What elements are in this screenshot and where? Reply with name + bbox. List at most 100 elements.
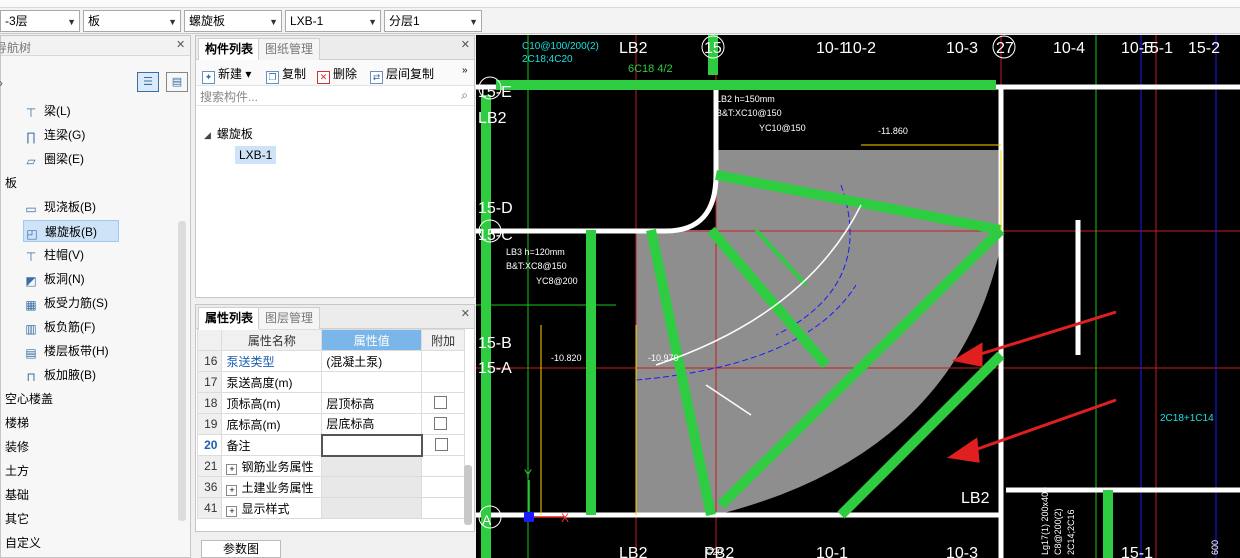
nav-item[interactable]: ∏ 连梁(G) (23, 124, 85, 146)
nav-item[interactable]: 空心楼盖 (5, 388, 53, 410)
property-name-text: 钢筋业务属性 (241, 459, 314, 474)
nav-item[interactable]: ▭ 现浇板(B) (23, 196, 96, 218)
nav-item-label: 板加腋(B) (44, 368, 96, 382)
axis-top-label: 10-3 (946, 40, 978, 57)
cad-canvas[interactable]: LB2 15 10-1 10-2 10-3 27 10-4 10-5 15-1 … (476, 35, 1240, 558)
parameter-diagram-tab[interactable]: 参数图 (201, 540, 281, 558)
property-value[interactable]: (混凝土泵) (321, 350, 423, 372)
property-value[interactable]: 层顶标高 (321, 392, 423, 414)
list-view-icon[interactable]: ☰ (137, 72, 159, 92)
component-search[interactable]: 搜索构件... ⌕ (196, 86, 474, 106)
append-checkbox[interactable] (434, 438, 448, 451)
expand-arrow-icon[interactable]: › (0, 76, 3, 90)
type-select[interactable]: 螺旋板 ▼ (184, 10, 282, 32)
nav-item[interactable]: 土方 (5, 460, 29, 482)
close-icon[interactable]: ✕ (461, 307, 470, 320)
property-value[interactable] (321, 497, 423, 519)
menu-strip (0, 0, 1240, 8)
component-tabs: 构件列表 图纸管理 ✕ (196, 36, 474, 61)
property-row[interactable]: 17 泵送高度(m) (196, 371, 465, 393)
collapse-arrow-icon[interactable]: ◢ (204, 130, 211, 140)
category-select[interactable]: 板 ▼ (83, 10, 181, 32)
tree-item-lxb-1[interactable]: LXB-1 (235, 146, 277, 164)
expand-icon[interactable]: + (226, 484, 238, 496)
axis-left-label: 15-A (478, 360, 512, 377)
property-row-num: 36 (196, 476, 223, 498)
property-extra (421, 497, 465, 519)
nav-item[interactable]: 其它 (5, 508, 29, 530)
property-value[interactable]: 层底标高 (321, 413, 423, 435)
nav-item-label: 梁(L) (44, 104, 71, 118)
property-row-num: 16 (196, 350, 223, 372)
nav-item-label: 基础 (5, 488, 30, 502)
property-name: 泵送高度(m) (221, 371, 323, 393)
header-name: 属性名称 (221, 329, 323, 351)
floor-copy-button[interactable]: ⇄ 层间复制 (370, 65, 434, 84)
tree-item-label: LXB-1 (239, 148, 273, 162)
expand-icon[interactable]: + (226, 463, 238, 475)
rebar-label: C10@100/200(2) (522, 41, 599, 52)
tab-drawing-management[interactable]: 图纸管理 (258, 38, 321, 60)
property-row[interactable]: 16 泵送类型 (混凝土泵) (196, 350, 465, 372)
nav-item[interactable]: ▦ 板受力筋(S) (23, 292, 108, 314)
rebar-label: 6C18 4/2 (628, 63, 673, 75)
axis-left-label: 15-B (478, 335, 512, 352)
property-value[interactable] (320, 433, 423, 457)
floor-select[interactable]: -3层 ▼ (0, 10, 80, 32)
component-select[interactable]: LXB-1 ▼ (285, 10, 381, 32)
delete-button[interactable]: ✕ 删除 (317, 65, 357, 84)
property-row[interactable]: 20 备注 (196, 433, 465, 457)
nav-item[interactable]: 板 (5, 172, 17, 194)
copy-button[interactable]: ❐ 复制 (266, 65, 306, 84)
property-value[interactable] (321, 476, 423, 498)
layer-select[interactable]: 分层1 ▼ (384, 10, 482, 32)
properties-panel: 属性列表 图层管理 ✕ 属性名称 属性值 附加 16 泵送类型 (混凝土泵) 17 泵送… (195, 304, 475, 532)
nav-item[interactable]: ▤ 楼层板带(H) (23, 340, 109, 362)
tab-property-list[interactable]: 属性列表 (198, 307, 261, 330)
nav-item[interactable]: ▥ 板负筋(F) (23, 316, 95, 338)
tree-root[interactable]: ◢ 螺旋板 (204, 125, 253, 142)
append-checkbox[interactable] (434, 396, 448, 409)
tree-view-icon[interactable]: ▤ (166, 72, 188, 92)
property-row-num: 19 (196, 413, 223, 435)
nav-item-label: 柱帽(V) (44, 248, 84, 262)
property-row[interactable]: 21 + 钢筋业务属性 (196, 455, 465, 477)
new-button[interactable]: ✦ 新建 ▾ (202, 65, 251, 84)
property-name: + 显示样式 (221, 497, 323, 519)
nav-item-label: 楼层板带(H) (44, 344, 109, 358)
more-icon[interactable]: » (462, 65, 468, 76)
property-row[interactable]: 36 + 土建业务属性 (196, 476, 465, 498)
nav-item[interactable]: ⊤ 柱帽(V) (23, 244, 84, 266)
property-row[interactable]: 19 底标高(m) 层底标高 (196, 413, 465, 435)
property-value[interactable] (321, 371, 423, 393)
slab-rebar-icon: ▦ (25, 298, 37, 312)
slab-note: LB3 h=120mm (506, 247, 565, 257)
elevation-label: -11.860 (878, 126, 908, 136)
nav-item[interactable]: 基础 (5, 484, 29, 506)
nav-item[interactable]: 装修 (5, 436, 29, 458)
property-scrollbar[interactable] (464, 465, 472, 525)
annotation-arrow (965, 398, 1117, 455)
slab-strip-icon: ▤ (25, 346, 37, 360)
nav-item[interactable]: ▱ 圈梁(E) (23, 148, 84, 170)
search-icon[interactable]: ⌕ (461, 88, 468, 103)
nav-item[interactable]: 自定义 (5, 532, 41, 554)
nav-scrollbar[interactable] (178, 221, 186, 521)
property-row[interactable]: 41 + 显示样式 (196, 497, 465, 519)
close-icon[interactable]: ✕ (461, 38, 470, 51)
append-checkbox[interactable] (434, 417, 448, 430)
nav-item[interactable]: ◩ 板洞(N) (23, 268, 84, 290)
tab-component-list[interactable]: 构件列表 (198, 38, 261, 61)
nav-item-label: 现浇板(B) (44, 200, 96, 214)
property-value[interactable] (321, 455, 423, 477)
beam-label: 2C14;2C16 (1066, 509, 1076, 555)
nav-item[interactable]: ◰ 螺旋板(B) (23, 220, 119, 242)
property-row[interactable]: 18 顶标高(m) 层顶标高 (196, 392, 465, 414)
expand-icon[interactable]: + (226, 505, 238, 517)
nav-item[interactable]: ⊤ 梁(L) (23, 100, 71, 122)
nav-item-label: 装修 (5, 440, 30, 454)
tab-layer-management[interactable]: 图层管理 (258, 307, 321, 329)
nav-item[interactable]: ⊓ 板加腋(B) (23, 364, 96, 386)
search-input[interactable]: 搜索构件... (200, 90, 258, 104)
nav-item[interactable]: 楼梯 (5, 412, 29, 434)
